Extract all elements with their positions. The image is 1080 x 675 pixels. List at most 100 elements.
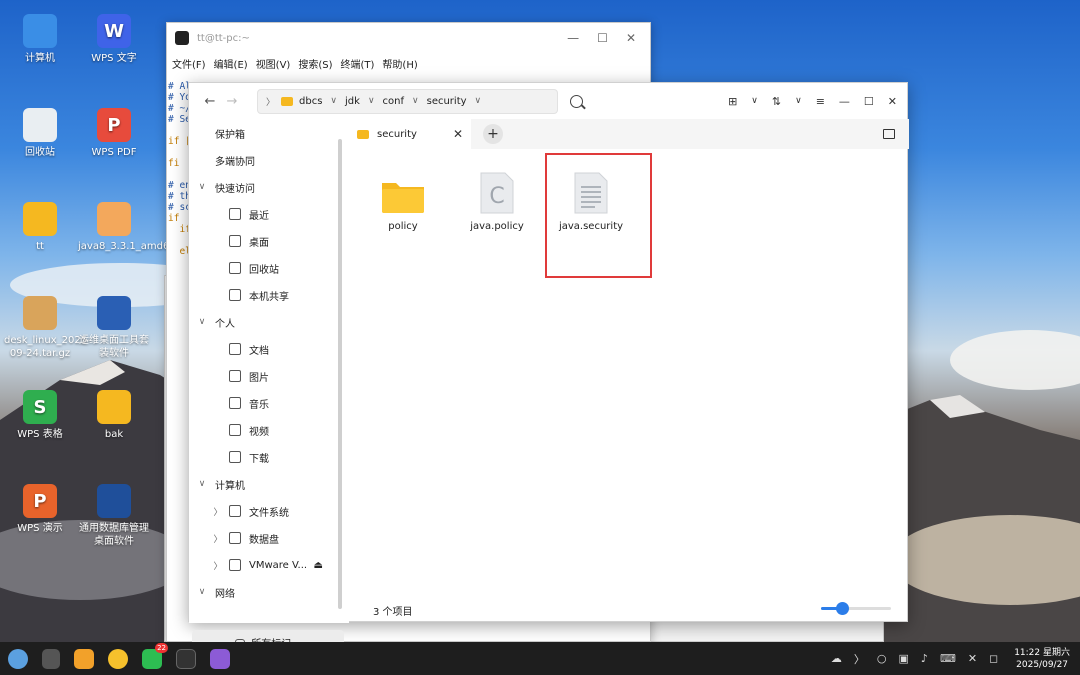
chevron-down-icon[interactable]: ∨ <box>412 96 419 106</box>
sort-icon[interactable]: ⇅ <box>772 95 781 108</box>
desktop-icon[interactable]: W WPS 文字 <box>78 14 150 65</box>
screenshot-icon[interactable]: ▣ <box>899 652 909 665</box>
multitask-view-icon[interactable] <box>42 648 60 669</box>
sidebar-item[interactable]: 音乐 <box>189 391 339 415</box>
desktop-icon[interactable]: 计算机 <box>4 14 76 65</box>
terminal-menu-item[interactable]: 视图(V) <box>256 56 291 71</box>
breadcrumb-item[interactable]: security <box>427 96 467 107</box>
eject-icon[interactable]: ⏏ <box>314 560 323 571</box>
zoom-slider-handle[interactable] <box>836 602 849 615</box>
desktop-icon[interactable]: desk_linux_2025-09-24.tar.gz <box>4 296 91 360</box>
desktop-icon[interactable]: java8_3.3.1_amd64.deb <box>78 202 198 253</box>
sidebar-item[interactable]: ∨ 个人 <box>189 310 339 334</box>
search-icon[interactable] <box>570 94 583 108</box>
desktop-icon[interactable]: 通用数据库管理桌面软件 <box>78 484 150 548</box>
desktop-icon-label: java8_3.3.1_amd64.deb <box>78 241 198 252</box>
sidebar-scrollbar[interactable] <box>338 139 342 609</box>
desktop-icon[interactable]: 回收站 <box>4 108 76 159</box>
chevron-right-icon[interactable]: 〉 <box>854 651 865 667</box>
icon-view-icon[interactable]: ⊞ <box>728 95 737 108</box>
new-tab-button[interactable]: + <box>483 124 503 144</box>
desktop-icon-label: WPS 表格 <box>17 429 63 440</box>
sidebar-item[interactable]: 图片 <box>189 364 339 388</box>
search-icon[interactable]: ○ <box>877 652 887 665</box>
clock[interactable]: 11:22 星期六 2025/09/27 <box>1014 647 1070 671</box>
file-item[interactable]: policy <box>363 169 443 232</box>
desktop-icon[interactable]: tt <box>4 202 76 253</box>
sidebar-item[interactable]: 〉 数据盘 <box>189 526 339 550</box>
breadcrumb-item[interactable]: conf <box>383 96 404 107</box>
sidebar-item[interactable]: 下载 <box>189 445 339 469</box>
tab-security[interactable]: security ✕ <box>349 119 471 149</box>
desktop-icon[interactable]: S WPS 表格 <box>4 390 76 441</box>
sidebar-item[interactable]: 文档 <box>189 337 339 361</box>
breadcrumb-item[interactable]: dbcs <box>299 96 322 107</box>
sidebar-item[interactable]: 〉 文件系统 <box>189 499 339 523</box>
close-icon[interactable]: ✕ <box>888 95 897 108</box>
chevron-down-icon[interactable]: ∨ <box>195 182 209 192</box>
terminal-menu-item[interactable]: 终端(T) <box>341 56 375 71</box>
file-manager-taskbar-icon[interactable] <box>74 648 94 669</box>
breadcrumb-item[interactable]: jdk <box>345 96 360 107</box>
app-taskbar-icon[interactable] <box>210 648 230 669</box>
sidebar-item[interactable]: 本机共享 <box>189 283 339 307</box>
terminal-menu-item[interactable]: 搜索(S) <box>298 56 332 71</box>
sidebar-item-label: 视频 <box>249 426 269 438</box>
sidebar-item[interactable]: 回收站 <box>189 256 339 280</box>
chevron-down-icon[interactable]: ∨ <box>795 96 802 106</box>
chevron-right-icon[interactable]: 〉 <box>211 532 225 545</box>
sidebar-item[interactable]: 视频 <box>189 418 339 442</box>
sidebar-item[interactable]: 桌面 <box>189 229 339 253</box>
chevron-down-icon[interactable]: ∨ <box>330 96 337 106</box>
sidebar-item[interactable]: ∨ 网络 <box>189 580 339 604</box>
terminal-taskbar-icon[interactable] <box>176 648 196 669</box>
maximize-icon[interactable]: ☐ <box>597 31 608 45</box>
desktop-icon[interactable]: P WPS 演示 <box>4 484 76 535</box>
breadcrumb[interactable]: 〉 dbcs ∨ jdk ∨ conf ∨ security ∨ <box>257 88 558 114</box>
detail-panel-icon[interactable] <box>883 129 895 139</box>
back-arrow-icon[interactable]: ← <box>199 94 221 109</box>
close-tab-icon[interactable]: ✕ <box>453 127 471 141</box>
annotation-highlight-box <box>545 153 652 278</box>
file-item[interactable]: Cjava.policy <box>457 169 537 232</box>
sidebar-item[interactable]: 〉 VMware V... ⏏ <box>189 553 339 577</box>
chevron-down-icon[interactable]: ∨ <box>195 317 209 327</box>
launcher-icon[interactable] <box>8 648 28 669</box>
zoom-slider[interactable] <box>821 602 891 615</box>
chevron-right-icon[interactable]: 〉 <box>211 559 225 572</box>
maximize-icon[interactable]: ☐ <box>864 95 874 108</box>
cloud-icon[interactable]: ☁ <box>831 652 842 665</box>
desktop-icon[interactable]: P WPS PDF <box>78 108 150 159</box>
chevron-down-icon[interactable]: ∨ <box>368 96 375 106</box>
keyboard-icon[interactable]: ⌨ <box>940 652 956 665</box>
sidebar-item[interactable]: ∨ 快速访问 <box>189 175 339 199</box>
menu-icon[interactable]: ≡ <box>816 95 825 108</box>
sidebar-item[interactable]: 多端协同 <box>189 148 339 172</box>
notification-icon[interactable]: ◻ <box>989 652 998 665</box>
network-off-icon[interactable]: ✕ <box>968 652 977 665</box>
chevron-right-icon[interactable]: 〉 <box>266 95 275 108</box>
minimize-icon[interactable]: — <box>839 95 850 108</box>
sidebar-item[interactable]: ∨ 计算机 <box>189 472 339 496</box>
desktop-icon[interactable]: 运维桌面工具套装软件 <box>78 296 150 360</box>
chevron-down-icon[interactable]: ∨ <box>751 96 758 106</box>
chevron-down-icon[interactable]: ∨ <box>475 96 482 106</box>
chevron-down-icon[interactable]: ∨ <box>195 587 209 597</box>
close-icon[interactable]: ✕ <box>626 31 636 45</box>
terminal-menu-item[interactable]: 文件(F) <box>172 56 206 71</box>
sidebar-item[interactable]: 保护箱 <box>189 121 339 145</box>
browser-taskbar-icon[interactable] <box>108 648 128 669</box>
volume-icon[interactable]: ♪ <box>921 652 928 665</box>
drive-icon <box>229 532 241 544</box>
sidebar-item[interactable]: 最近 <box>189 202 339 226</box>
forward-arrow-icon[interactable]: → <box>221 94 243 109</box>
desktop-icon-label: 回收站 <box>25 147 55 158</box>
desktop-icon[interactable]: bak <box>78 390 150 441</box>
terminal-titlebar[interactable]: tt@tt-pc:~ — ☐ ✕ <box>167 23 650 53</box>
chevron-right-icon[interactable]: 〉 <box>211 505 225 518</box>
minimize-icon[interactable]: — <box>567 31 579 45</box>
chevron-down-icon[interactable]: ∨ <box>195 479 209 489</box>
terminal-menu-item[interactable]: 编辑(E) <box>214 56 248 71</box>
terminal-menu-item[interactable]: 帮助(H) <box>382 56 417 71</box>
messaging-taskbar-icon[interactable]: 22 <box>142 642 168 669</box>
